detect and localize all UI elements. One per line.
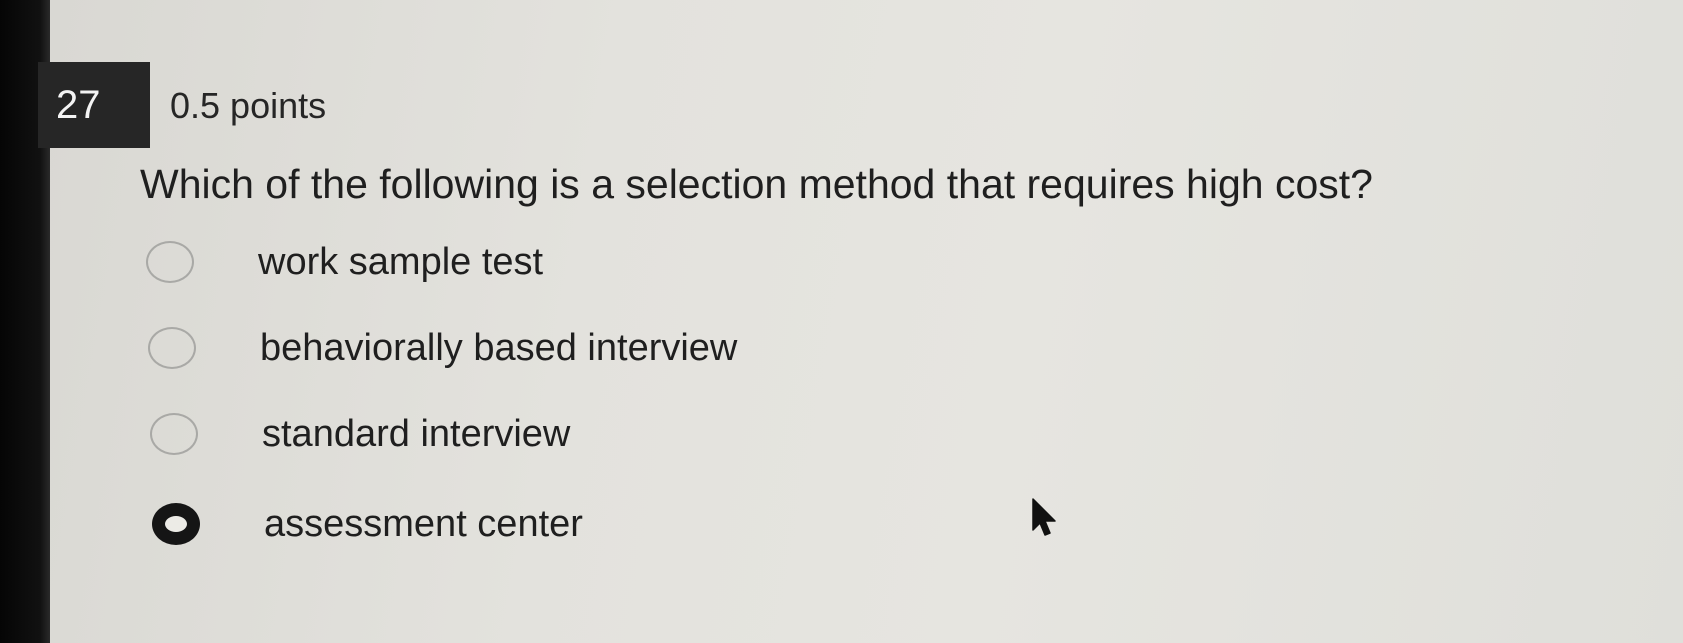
radio-unselected-icon[interactable] (146, 241, 194, 283)
question-text: Which of the following is a selection me… (140, 161, 1373, 207)
option-label[interactable]: assessment center (264, 500, 583, 548)
option-label[interactable]: standard interview (262, 410, 570, 458)
radio-selected-icon[interactable] (152, 503, 200, 545)
question-points: 0.5 points (170, 85, 327, 126)
radio-unselected-icon[interactable] (150, 413, 198, 455)
option-label[interactable]: work sample test (258, 238, 543, 286)
radio-unselected-icon[interactable] (148, 327, 196, 369)
answer-option-work-sample-test[interactable]: work sample test (140, 232, 543, 292)
mouse-pointer-icon (1032, 498, 1056, 536)
answer-option-assessment-center[interactable]: assessment center (140, 494, 583, 554)
question-number-badge: 27 (38, 62, 150, 148)
option-label[interactable]: behaviorally based interview (260, 324, 737, 372)
answer-option-standard-interview[interactable]: standard interview (140, 404, 570, 464)
answer-option-behaviorally-based-interview[interactable]: behaviorally based interview (140, 318, 737, 378)
